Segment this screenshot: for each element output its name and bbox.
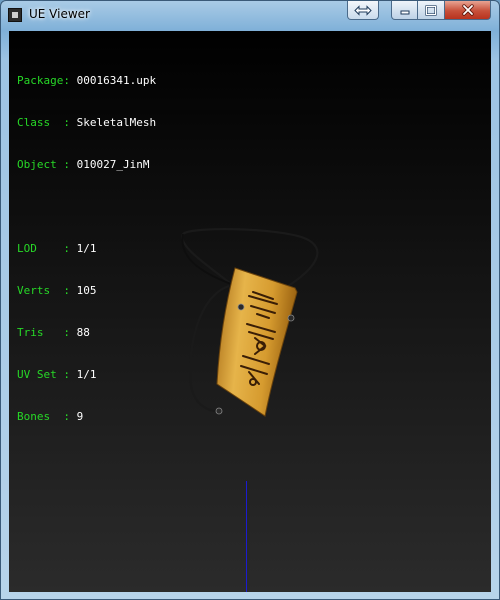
mesh-preview [181,227,319,417]
minimize-button[interactable] [391,1,418,20]
app-icon [8,8,22,22]
info-row-tris: Tris : 88 [17,326,90,339]
info-row-object: Object : 010027_JinM [17,158,150,171]
info-row-uvset: UV Set : 1/1 [17,368,97,381]
swap-button[interactable] [347,1,379,20]
info-row-verts: Verts : 105 [17,284,97,297]
info-row-lod: LOD : 1/1 [17,242,97,255]
axis-line [246,481,247,592]
title-bar[interactable]: UE Viewer [1,1,499,29]
mesh-info-panel: Package: 00016341.upk Class : SkeletalMe… [17,46,156,452]
viewport[interactable]: Package: 00016341.upk Class : SkeletalMe… [9,31,491,592]
maximize-icon [425,4,437,16]
info-row-class: Class : SkeletalMesh [17,116,157,129]
amulet-plaque [215,267,298,417]
close-icon [461,4,474,16]
swap-arrows-icon [354,4,372,16]
close-button[interactable] [445,1,491,20]
info-row-bones: Bones : 9 [17,410,84,423]
app-window: UE Viewer Package: 00016341.upk Class: … [0,0,500,600]
info-row-package: Package: 00016341.upk [17,74,157,87]
minimize-icon [400,10,409,15]
window-title: UE Viewer [29,7,90,21]
maximize-button[interactable] [418,1,445,20]
